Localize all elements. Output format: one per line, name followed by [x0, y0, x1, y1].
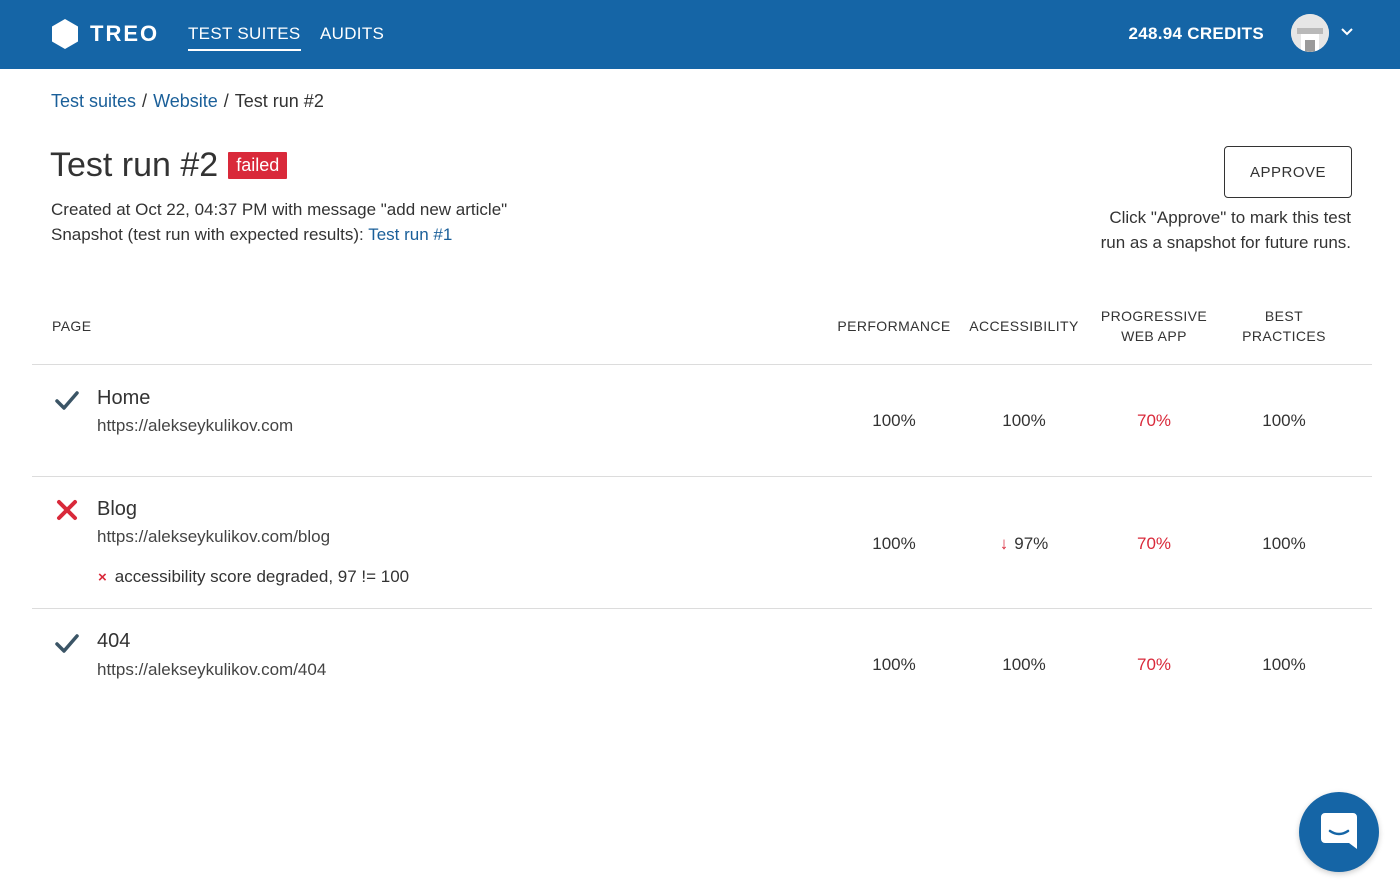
accessibility-score: 100%	[1002, 655, 1046, 674]
pwa-score: 70%	[1136, 411, 1172, 430]
error-text: accessibility score degraded, 97 != 100	[114, 567, 410, 586]
page-url[interactable]: https://alekseykulikov.com	[97, 416, 293, 436]
page-url[interactable]: https://alekseykulikov.com/404	[97, 660, 326, 680]
user-avatar-icon	[1291, 14, 1329, 52]
breadcrumb: Test suites / Website / Test run #2	[51, 91, 324, 112]
column-pwa-line: WEB APP	[1121, 328, 1187, 344]
performance-score: 100%	[872, 411, 916, 430]
credits-balance[interactable]: 248.94 CREDITS	[1128, 24, 1264, 44]
column-accessibility: ACCESSIBILITY	[969, 318, 1079, 334]
arrow-down-icon: ↓	[999, 534, 1009, 553]
pwa-score: 70%	[1136, 534, 1172, 553]
column-best-practices: BEST PRACTICES	[1224, 306, 1344, 346]
approve-hint-line: run as a snapshot for future runs.	[1100, 233, 1351, 252]
pwa-score: 70%	[1136, 655, 1172, 674]
breadcrumb-current: Test run #2	[234, 91, 324, 111]
error-message: × accessibility score degraded, 97 != 10…	[98, 567, 409, 587]
table-row[interactable]: Blog https://alekseykulikov.com/blog × a…	[32, 477, 1372, 609]
column-page: PAGE	[52, 318, 92, 334]
approve-button[interactable]: APPROVE	[1224, 146, 1352, 198]
logo[interactable]: TREO	[50, 18, 159, 50]
best-practices-score: 100%	[1262, 534, 1306, 553]
check-icon	[55, 634, 79, 653]
page-name[interactable]: Blog	[97, 498, 137, 521]
created-info: Created at Oct 22, 04:37 PM with message…	[51, 200, 508, 219]
column-performance: PERFORMANCE	[837, 318, 951, 334]
column-best-practices-line: PRACTICES	[1242, 328, 1326, 344]
column-pwa: PROGRESSIVE WEB APP	[1094, 306, 1214, 346]
snapshot-label: Snapshot (test run with expected results…	[51, 225, 369, 244]
table-row[interactable]: Home https://alekseykulikov.com 100% 100…	[32, 365, 1372, 477]
status-badge: failed	[228, 152, 288, 179]
error-x-icon: ×	[98, 568, 107, 586]
top-navbar: TREO TEST SUITES AUDITS 248.94 CREDITS	[0, 0, 1400, 69]
nav-test-suites[interactable]: TEST SUITES	[188, 24, 301, 51]
approve-hint-line: Click "Approve" to mark this test	[1109, 208, 1351, 227]
best-practices-score: 100%	[1262, 655, 1306, 674]
hexagon-logo-icon	[52, 19, 78, 49]
breadcrumb-separator: /	[142, 91, 148, 111]
breadcrumb-website[interactable]: Website	[153, 91, 218, 111]
page-title: Test run #2	[50, 146, 219, 184]
cross-icon	[57, 500, 77, 520]
accessibility-score: 97%	[1014, 534, 1049, 553]
column-best-practices-line: BEST	[1264, 308, 1304, 324]
table-header: PAGE PERFORMANCE ACCESSIBILITY PROGRESSI…	[32, 296, 1372, 365]
avatar[interactable]	[1291, 14, 1329, 52]
breadcrumb-test-suites[interactable]: Test suites	[51, 91, 136, 111]
chat-icon	[1321, 813, 1357, 849]
logo-text: TREO	[90, 21, 160, 46]
performance-score: 100%	[872, 534, 916, 553]
nav-audits[interactable]: AUDITS	[320, 24, 384, 44]
accessibility-score-cell: ↓ 97%	[964, 534, 1084, 554]
accessibility-score: 100%	[1002, 411, 1046, 430]
page-name[interactable]: Home	[97, 387, 150, 410]
table-row[interactable]: 404 https://alekseykulikov.com/404 100% …	[32, 609, 1372, 709]
chevron-down-icon[interactable]	[1339, 24, 1355, 40]
page-name[interactable]: 404	[97, 630, 130, 653]
run-meta: Created at Oct 22, 04:37 PM with message…	[51, 197, 507, 247]
breadcrumb-separator: /	[223, 91, 229, 111]
page-url[interactable]: https://alekseykulikov.com/blog	[97, 527, 330, 547]
column-pwa-line: PROGRESSIVE	[1100, 308, 1208, 324]
check-icon	[55, 391, 79, 410]
best-practices-score: 100%	[1262, 411, 1306, 430]
chat-launcher-button[interactable]	[1299, 792, 1379, 872]
approve-hint: Click "Approve" to mark this test run as…	[1031, 205, 1351, 255]
title-row: Test run #2 failed	[50, 146, 288, 185]
performance-score: 100%	[872, 655, 916, 674]
snapshot-link[interactable]: Test run #1	[368, 225, 452, 244]
snapshot-info: Snapshot (test run with expected results…	[51, 222, 507, 247]
